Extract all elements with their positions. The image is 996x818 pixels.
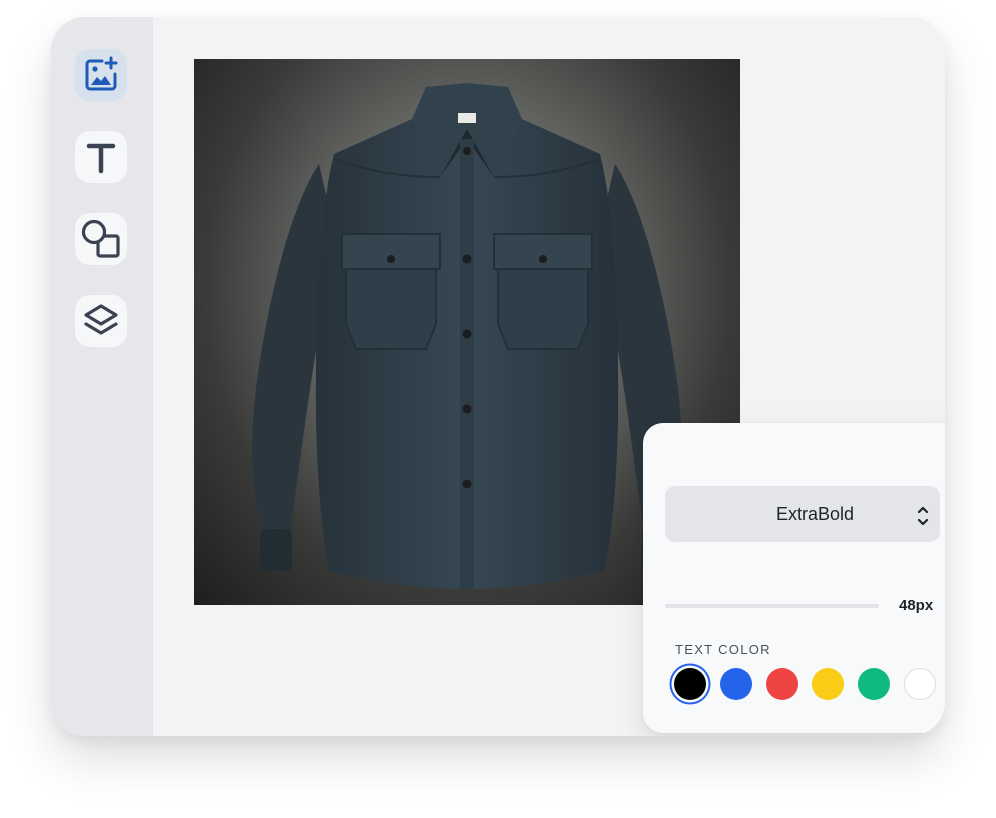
editor-window: ExtraBold 48px TEXT COLOR	[51, 17, 945, 736]
layers-tool-button[interactable]	[75, 295, 127, 347]
color-swatch-red[interactable]	[766, 668, 798, 700]
color-swatch-black[interactable]	[674, 668, 706, 700]
color-swatch-blue[interactable]	[720, 668, 752, 700]
chevron-up-down-icon	[917, 506, 929, 526]
text-properties-panel: ExtraBold 48px TEXT COLOR	[643, 423, 945, 733]
color-swatch-yellow[interactable]	[812, 668, 844, 700]
text-icon	[86, 143, 116, 174]
shapes-icon	[81, 219, 120, 258]
font-weight-value: ExtraBold	[775, 504, 854, 524]
add-image-button[interactable]	[75, 49, 127, 101]
text-tool-button[interactable]	[75, 131, 127, 183]
slider-track	[665, 604, 879, 608]
color-swatch-white[interactable]	[904, 668, 936, 700]
shapes-tool-button[interactable]	[75, 213, 127, 265]
font-size-value: 48px	[899, 597, 934, 614]
color-swatch-green[interactable]	[858, 668, 890, 700]
font-weight-select[interactable]: ExtraBold	[665, 486, 940, 542]
text-color-label: TEXT COLOR	[675, 642, 771, 657]
image-plus-icon	[85, 56, 118, 91]
font-size-slider[interactable]	[665, 599, 879, 613]
layers-icon	[84, 304, 118, 335]
tool-sidebar	[51, 17, 153, 736]
